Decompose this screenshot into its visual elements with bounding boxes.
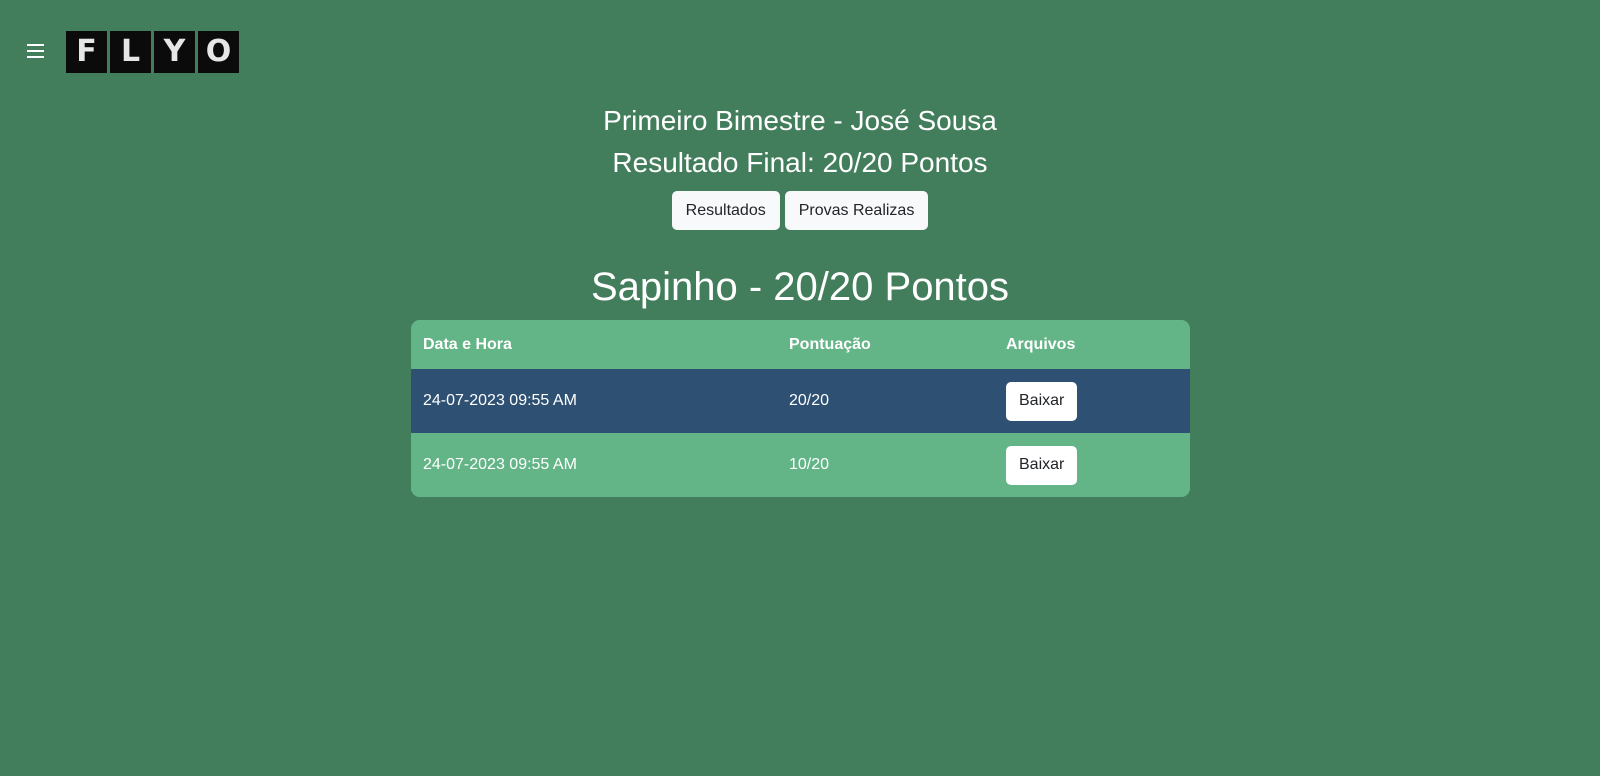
page-title: Primeiro Bimestre - José Sousa	[603, 105, 997, 136]
cell-files: Baixar	[994, 369, 1190, 433]
column-header-datetime: Data e Hora	[411, 320, 777, 369]
cell-datetime: 24-07-2023 09:55 AM	[411, 369, 777, 433]
hamburger-menu-icon[interactable]	[26, 43, 46, 59]
cell-score: 10/20	[777, 433, 994, 497]
cell-files: Baixar	[994, 433, 1190, 497]
page-header: Primeiro Bimestre - José Sousa Resultado…	[0, 100, 1600, 184]
logo-letter-o: O	[198, 31, 239, 73]
logo-letter-l: L	[110, 31, 151, 73]
download-button[interactable]: Baixar	[1006, 381, 1078, 421]
top-bar: F L Y O	[0, 0, 1600, 90]
results-table: Data e Hora Pontuação Arquivos 24-07-202…	[411, 320, 1190, 497]
results-button[interactable]: Resultados	[671, 191, 780, 230]
column-header-files: Arquivos	[994, 320, 1190, 369]
cell-datetime: 24-07-2023 09:55 AM	[411, 433, 777, 497]
table-row: 24-07-2023 09:55 AM 20/20 Baixar	[411, 369, 1190, 433]
logo-letter-f: F	[66, 31, 107, 73]
exams-taken-button[interactable]: Provas Realizas	[784, 191, 929, 230]
flyo-logo[interactable]: F L Y O	[66, 31, 239, 73]
view-tabs: Resultados Provas Realizas	[0, 191, 1600, 230]
table-header-row: Data e Hora Pontuação Arquivos	[411, 320, 1190, 369]
table-row: 24-07-2023 09:55 AM 10/20 Baixar	[411, 433, 1190, 497]
logo-letter-y: Y	[154, 31, 195, 73]
column-header-score: Pontuação	[777, 320, 994, 369]
cell-score: 20/20	[777, 369, 994, 433]
final-result: Resultado Final: 20/20 Pontos	[612, 147, 988, 178]
download-button[interactable]: Baixar	[1006, 445, 1078, 485]
exam-title: Sapinho - 20/20 Pontos	[590, 265, 1010, 309]
